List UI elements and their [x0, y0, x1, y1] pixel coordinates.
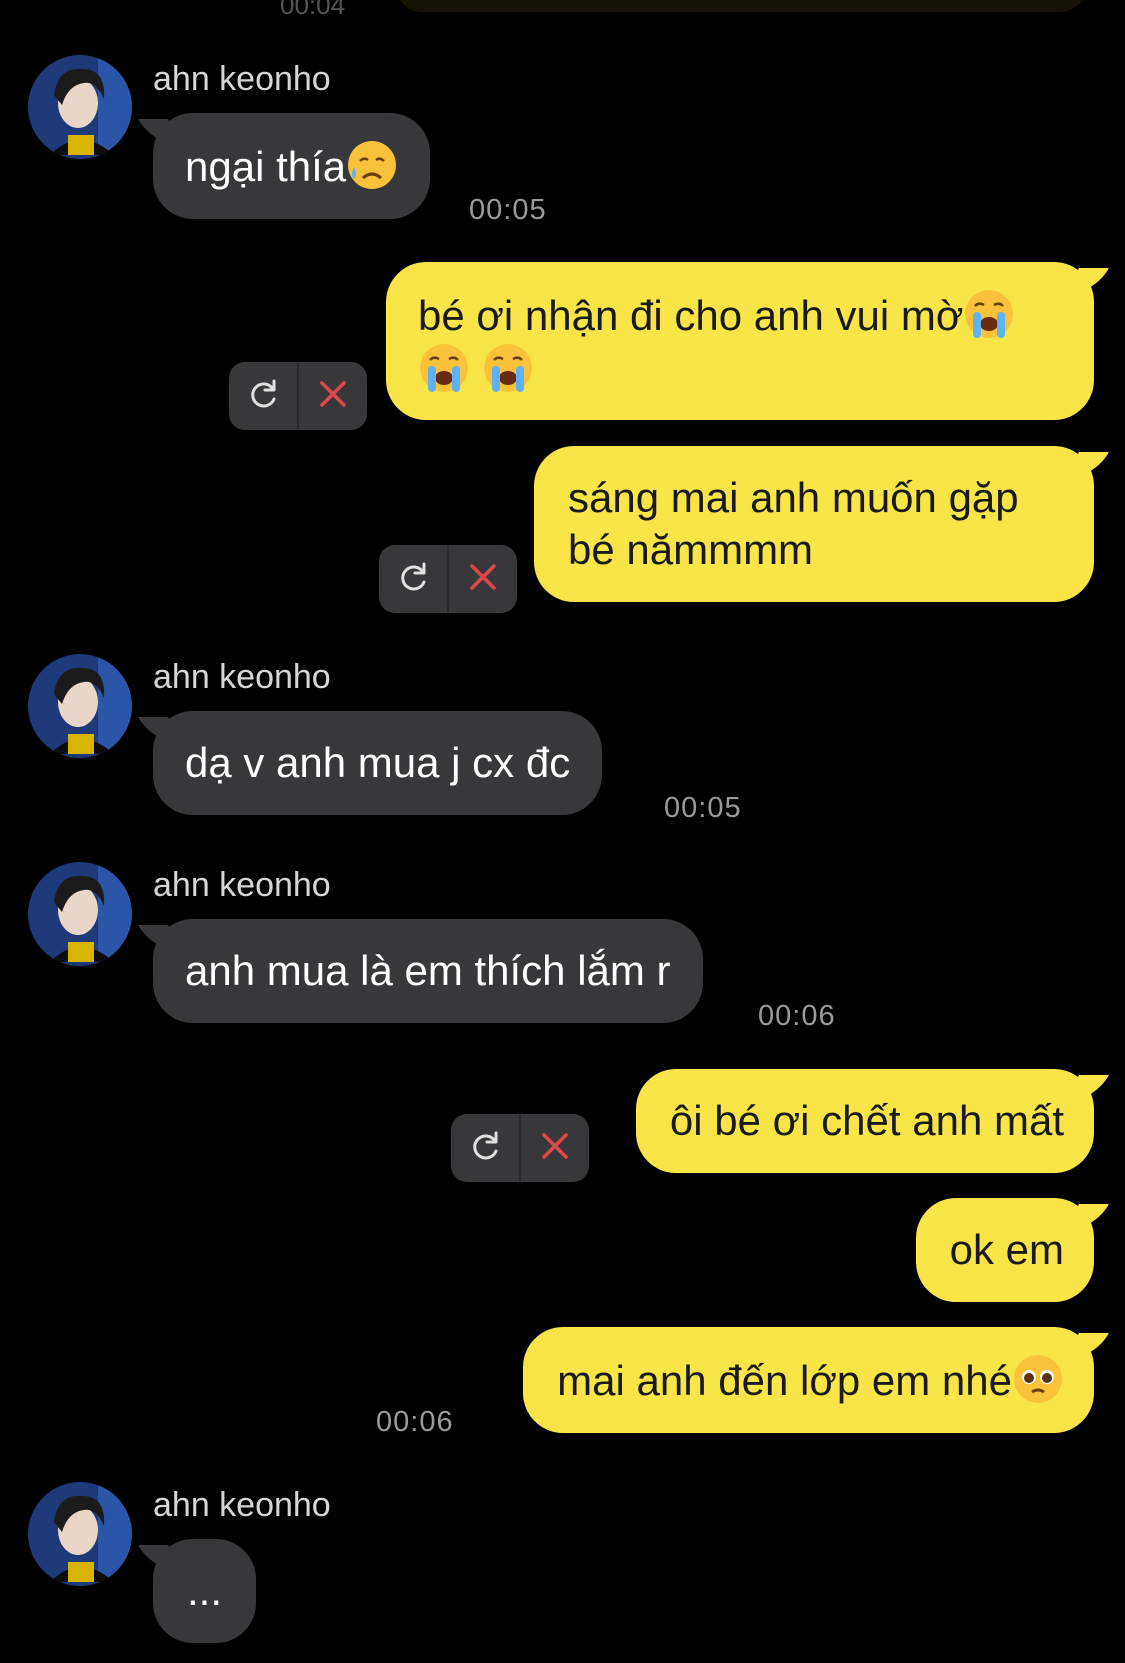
message-timestamp: 00:06 [376, 1406, 454, 1438]
retry-button[interactable] [379, 545, 447, 613]
outgoing-message-bubble[interactable]: mai anh đến lớp em nhé [523, 1327, 1094, 1433]
sender-name: ahn keonho [153, 60, 331, 98]
avatar[interactable] [28, 1482, 132, 1586]
message-timestamp: 00:06 [758, 1000, 836, 1032]
avatar[interactable] [28, 654, 132, 758]
sender-name: ahn keonho [153, 1486, 331, 1524]
failed-message-actions [229, 362, 367, 430]
message-timestamp: 00:05 [469, 194, 547, 226]
avatar[interactable] [28, 862, 132, 966]
incoming-message-bubble[interactable]: anh mua là em thích lắm r [153, 919, 703, 1023]
failed-message-actions [379, 545, 517, 613]
previous-outgoing-bubble[interactable] [396, 0, 1086, 12]
message-text-line-1: bé ơi nhận đi cho anh vui mờ [418, 292, 964, 339]
message-text: ok em [949, 1226, 1064, 1273]
avatar[interactable] [28, 55, 132, 159]
crying-emoji [963, 288, 1015, 340]
message-text: ... [187, 1567, 223, 1614]
message-text: anh mua là em thích lắm r [185, 947, 671, 994]
message-text-line-1: sáng mai anh muốn gặp [568, 474, 1019, 521]
previous-timestamp: 00:04 [280, 0, 346, 20]
outgoing-message-bubble[interactable]: ôi bé ơi chết anh mất [635, 1069, 1094, 1173]
close-icon [467, 561, 499, 598]
crying-emoji [418, 342, 470, 394]
retry-icon [396, 560, 430, 599]
outgoing-message-bubble[interactable]: ok em [915, 1198, 1094, 1302]
retry-icon [468, 1129, 502, 1168]
message-text: ngại thía [185, 143, 347, 190]
message-text: dạ v anh mua j cx đc [185, 739, 571, 786]
close-icon [539, 1130, 571, 1167]
delete-button[interactable] [299, 362, 367, 430]
incoming-message-bubble[interactable]: ... [153, 1539, 257, 1643]
sender-name: ahn keonho [153, 658, 331, 696]
outgoing-message-bubble[interactable]: bé ơi nhận đi cho anh vui mờ [386, 262, 1094, 420]
message-text: mai anh đến lớp em nhé [557, 1357, 1012, 1404]
sender-name: ahn keonho [153, 866, 331, 904]
incoming-message-bubble[interactable]: ngại thía [153, 113, 431, 219]
message-text: ôi bé ơi chết anh mất [669, 1097, 1064, 1144]
sad-tear-emoji [346, 139, 398, 191]
message-timestamp: 00:05 [664, 792, 742, 824]
delete-button[interactable] [449, 545, 517, 613]
outgoing-message-bubble[interactable]: sáng mai anh muốn gặp bé nămmmm [534, 446, 1094, 602]
delete-button[interactable] [521, 1114, 589, 1182]
retry-icon [246, 377, 280, 416]
incoming-message-bubble[interactable]: dạ v anh mua j cx đc [153, 711, 603, 815]
message-text-line-2: bé nămmmm [568, 526, 814, 573]
retry-button[interactable] [451, 1114, 519, 1182]
retry-button[interactable] [229, 362, 297, 430]
failed-message-actions [451, 1114, 589, 1182]
crying-emoji [482, 342, 534, 394]
close-icon [317, 378, 349, 415]
pleading-emoji [1012, 1353, 1064, 1405]
